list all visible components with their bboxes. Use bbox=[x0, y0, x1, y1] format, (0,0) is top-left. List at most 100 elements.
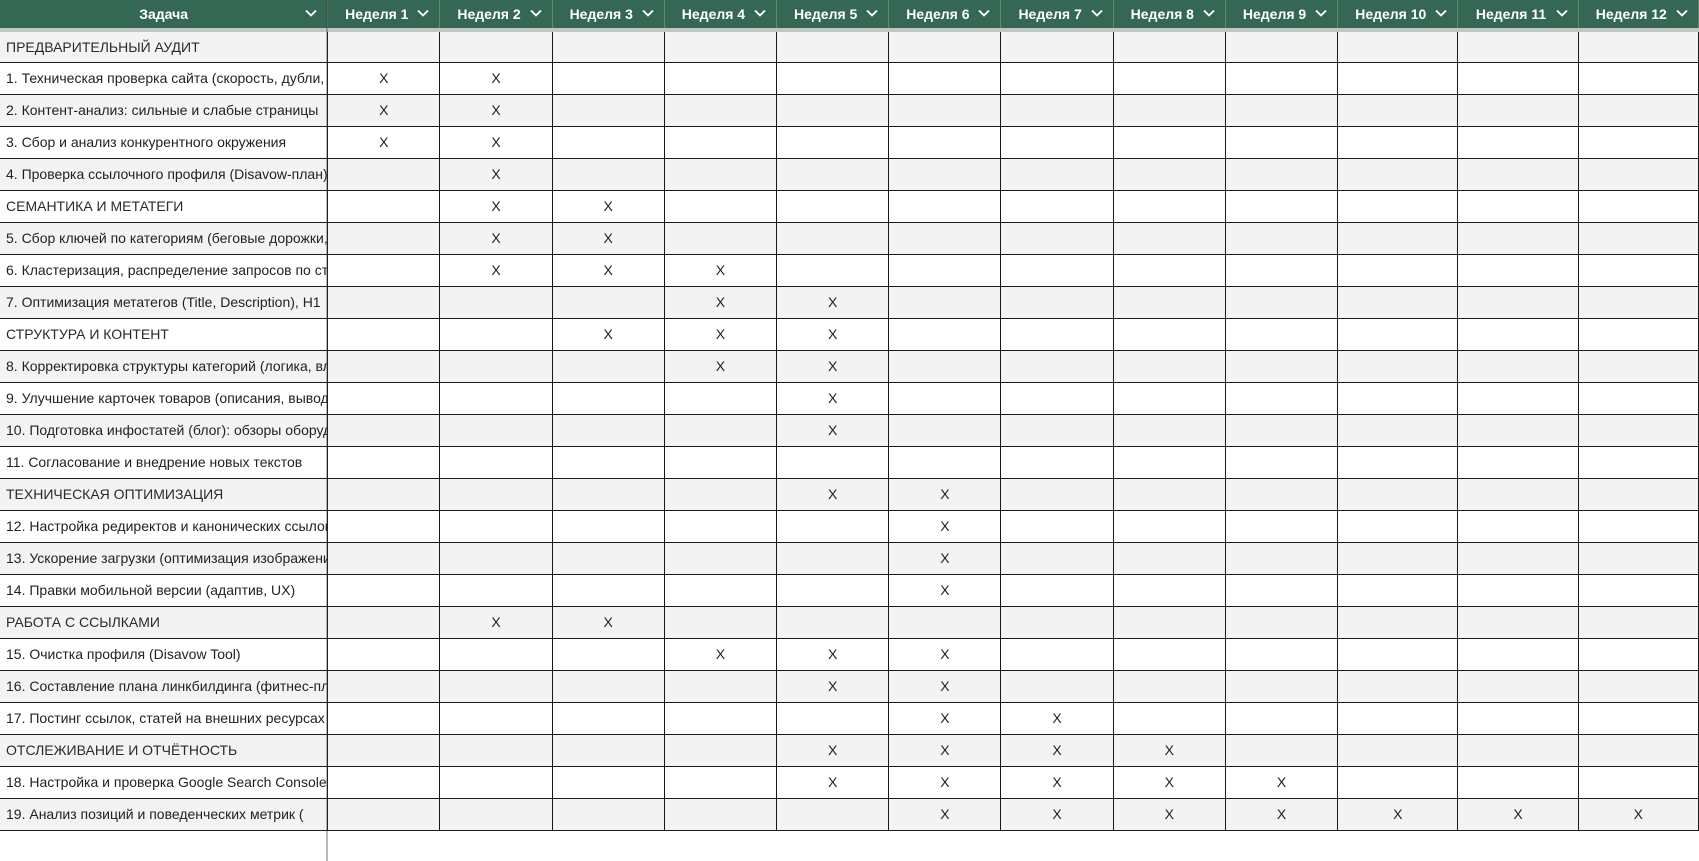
week-cell[interactable] bbox=[776, 157, 890, 191]
week-cell[interactable] bbox=[1577, 29, 1699, 63]
week-cell[interactable] bbox=[1112, 93, 1226, 127]
section-title-cell[interactable]: СЕМАНТИКА И МЕТАТЕГИ bbox=[0, 189, 329, 223]
week-cell[interactable] bbox=[1224, 157, 1339, 191]
week-cell[interactable] bbox=[439, 349, 553, 383]
column-header-week-8[interactable]: Неделя 8 bbox=[1113, 0, 1226, 32]
week-cell[interactable] bbox=[551, 797, 665, 831]
week-cell[interactable] bbox=[888, 317, 1002, 351]
task-cell[interactable]: 10. Подготовка инфостатей (блог): обзоры… bbox=[0, 413, 329, 447]
week-cell[interactable]: X bbox=[776, 733, 890, 767]
week-cell[interactable] bbox=[1457, 605, 1579, 639]
week-cell[interactable] bbox=[1000, 29, 1114, 63]
column-header-week-6[interactable]: Неделя 6 bbox=[888, 0, 1002, 32]
week-cell[interactable] bbox=[439, 541, 553, 575]
week-cell[interactable] bbox=[1112, 125, 1226, 159]
week-cell[interactable] bbox=[439, 413, 553, 447]
week-cell[interactable] bbox=[1000, 317, 1114, 351]
week-cell[interactable]: X bbox=[888, 637, 1002, 671]
week-cell[interactable] bbox=[888, 221, 1002, 255]
week-cell[interactable] bbox=[327, 477, 441, 511]
chevron-down-icon[interactable] bbox=[866, 9, 878, 17]
week-cell[interactable] bbox=[439, 381, 553, 415]
week-cell[interactable] bbox=[1000, 669, 1114, 703]
week-cell[interactable] bbox=[1337, 765, 1459, 799]
week-cell[interactable]: X bbox=[663, 285, 778, 319]
week-cell[interactable] bbox=[663, 445, 778, 479]
week-cell[interactable]: X bbox=[327, 125, 441, 159]
week-cell[interactable] bbox=[1577, 221, 1699, 255]
week-cell[interactable] bbox=[663, 381, 778, 415]
week-cell[interactable] bbox=[1457, 317, 1579, 351]
week-cell[interactable] bbox=[663, 733, 778, 767]
week-cell[interactable] bbox=[327, 189, 441, 223]
task-cell[interactable]: 14. Правки мобильной версии (адаптив, UX… bbox=[0, 573, 329, 607]
week-cell[interactable] bbox=[1224, 413, 1339, 447]
week-cell[interactable] bbox=[439, 733, 553, 767]
column-header-week-11[interactable]: Неделя 11 bbox=[1457, 0, 1579, 32]
week-cell[interactable] bbox=[439, 765, 553, 799]
week-cell[interactable] bbox=[551, 93, 665, 127]
chevron-down-icon[interactable] bbox=[1435, 9, 1448, 17]
week-cell[interactable] bbox=[1337, 701, 1459, 735]
week-cell[interactable] bbox=[1457, 93, 1579, 127]
week-cell[interactable] bbox=[439, 29, 553, 63]
week-cell[interactable] bbox=[439, 701, 553, 735]
week-cell[interactable] bbox=[663, 125, 778, 159]
column-header-week-2[interactable]: Неделя 2 bbox=[439, 0, 553, 32]
column-header-week-3[interactable]: Неделя 3 bbox=[552, 0, 665, 32]
week-cell[interactable] bbox=[776, 189, 890, 223]
week-cell[interactable]: X bbox=[551, 221, 665, 255]
week-cell[interactable] bbox=[776, 573, 890, 607]
section-title-cell[interactable]: ПРЕДВАРИТЕЛЬНЫЙ АУДИТ bbox=[0, 29, 329, 63]
week-cell[interactable] bbox=[1112, 29, 1226, 63]
task-cell[interactable]: 17. Постинг ссылок, статей на внешних ре… bbox=[0, 701, 329, 735]
week-cell[interactable]: X bbox=[776, 285, 890, 319]
week-cell[interactable] bbox=[1457, 573, 1579, 607]
week-cell[interactable] bbox=[1112, 509, 1226, 543]
week-cell[interactable] bbox=[327, 605, 441, 639]
task-cell[interactable]: 7. Оптимизация метатегов (Title, Descrip… bbox=[0, 285, 329, 319]
week-cell[interactable] bbox=[439, 573, 553, 607]
week-cell[interactable] bbox=[663, 605, 778, 639]
task-cell[interactable]: 5. Сбор ключей по категориям (беговые до… bbox=[0, 221, 329, 255]
week-cell[interactable] bbox=[1577, 349, 1699, 383]
week-cell[interactable] bbox=[1577, 285, 1699, 319]
week-cell[interactable] bbox=[776, 797, 890, 831]
week-cell[interactable] bbox=[1457, 669, 1579, 703]
week-cell[interactable] bbox=[1457, 125, 1579, 159]
task-cell[interactable]: 19. Анализ позиций и поведенческих метри… bbox=[0, 797, 329, 831]
column-header-week-4[interactable]: Неделя 4 bbox=[664, 0, 778, 32]
week-cell[interactable] bbox=[1224, 125, 1339, 159]
task-cell[interactable]: 16. Составление плана линкбилдинга (фитн… bbox=[0, 669, 329, 703]
week-cell[interactable] bbox=[551, 669, 665, 703]
task-cell[interactable]: 1. Техническая проверка сайта (скорость,… bbox=[0, 61, 329, 95]
week-cell[interactable]: X bbox=[551, 253, 665, 287]
task-cell[interactable]: 15. Очистка профиля (Disavow Tool) bbox=[0, 637, 329, 671]
week-cell[interactable] bbox=[1112, 349, 1226, 383]
week-cell[interactable] bbox=[776, 253, 890, 287]
week-cell[interactable] bbox=[1224, 477, 1339, 511]
week-cell[interactable] bbox=[1577, 93, 1699, 127]
week-cell[interactable]: X bbox=[1000, 701, 1114, 735]
week-cell[interactable]: X bbox=[1000, 765, 1114, 799]
week-cell[interactable] bbox=[1000, 413, 1114, 447]
week-cell[interactable]: X bbox=[439, 189, 553, 223]
week-cell[interactable] bbox=[1577, 669, 1699, 703]
week-cell[interactable] bbox=[551, 637, 665, 671]
week-cell[interactable] bbox=[1112, 61, 1226, 95]
task-cell[interactable]: 13. Ускорение загрузки (оптимизация изоб… bbox=[0, 541, 329, 575]
week-cell[interactable] bbox=[776, 701, 890, 735]
week-cell[interactable] bbox=[1224, 253, 1339, 287]
week-cell[interactable] bbox=[1457, 253, 1579, 287]
week-cell[interactable] bbox=[327, 541, 441, 575]
week-cell[interactable] bbox=[327, 509, 441, 543]
week-cell[interactable]: X bbox=[663, 253, 778, 287]
week-cell[interactable] bbox=[1224, 605, 1339, 639]
week-cell[interactable] bbox=[1224, 317, 1339, 351]
task-cell[interactable]: 18. Настройка и проверка Google Search C… bbox=[0, 765, 329, 799]
week-cell[interactable] bbox=[1112, 637, 1226, 671]
week-cell[interactable] bbox=[888, 605, 1002, 639]
week-cell[interactable]: X bbox=[439, 61, 553, 95]
week-cell[interactable] bbox=[888, 189, 1002, 223]
section-title-cell[interactable]: ОТСЛЕЖИВАНИЕ И ОТЧЁТНОСТЬ bbox=[0, 733, 329, 767]
